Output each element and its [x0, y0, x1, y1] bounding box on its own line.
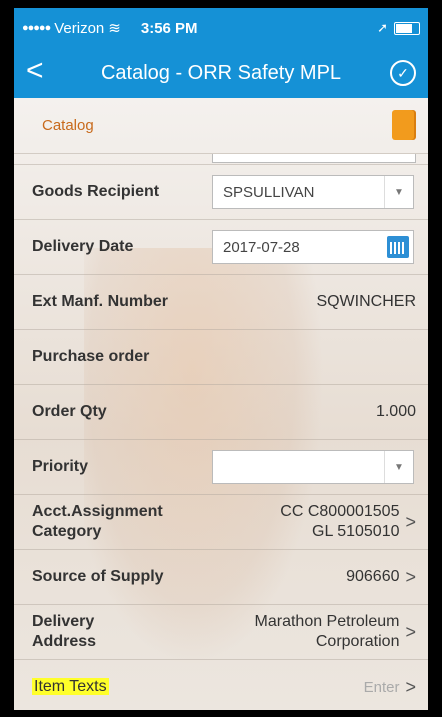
delivery-date-field[interactable]: 2017-07-28 — [212, 230, 414, 264]
acct-assignment-label-line2: Category — [32, 523, 102, 540]
delivery-address-row[interactable]: Delivery Address Marathon Petroleum Corp… — [14, 605, 428, 660]
item-texts-label-wrap: Item Texts — [32, 678, 364, 696]
chevron-right-icon[interactable]: > — [405, 567, 416, 588]
ext-manf-number-value: SQWINCHER — [316, 293, 416, 310]
source-of-supply-label: Source of Supply — [32, 568, 164, 585]
chevron-right-icon[interactable]: > — [405, 677, 416, 698]
source-of-supply-row[interactable]: Source of Supply 906660 > — [14, 550, 428, 605]
acct-assignment-value-line2: GL 5105010 — [312, 523, 400, 540]
acct-assignment-value: CC C800001505 GL 5105010 — [280, 502, 399, 542]
order-qty-row: Order Qty 1.000 — [14, 385, 428, 440]
acct-assignment-row[interactable]: Acct.Assignment Category CC C800001505 G… — [14, 495, 428, 550]
ext-manf-number-row: Ext Manf. Number SQWINCHER — [14, 275, 428, 330]
priority-row: Priority ▼ — [14, 440, 428, 495]
source-of-supply-value: 906660 — [346, 568, 400, 585]
partial-select-row — [14, 154, 428, 165]
battery-icon — [394, 21, 420, 35]
delivery-date-value: 2017-07-28 — [223, 238, 300, 256]
phone-screen: ●●●●● Verizon ≋ 3:56 PM ➚ < Catalog - OR… — [14, 8, 428, 710]
acct-assignment-label: Acct.Assignment Category — [32, 502, 280, 542]
calendar-icon[interactable] — [387, 236, 409, 258]
order-qty-value[interactable]: 1.000 — [376, 403, 416, 421]
dropdown-arrow-icon[interactable]: ▼ — [384, 176, 413, 208]
delivery-address-label-line1: Delivery — [32, 613, 95, 630]
order-qty-label: Order Qty — [32, 403, 107, 420]
delivery-address-value-line2: Corporation — [315, 633, 400, 650]
purchase-order-label: Purchase order — [32, 348, 150, 365]
item-texts-value: Enter — [363, 678, 400, 696]
delivery-date-row: Delivery Date 2017-07-28 — [14, 220, 428, 275]
ext-manf-number-label: Ext Manf. Number — [32, 293, 169, 310]
goods-recipient-row: Goods Recipient SPSULLIVAN ▼ — [14, 165, 428, 220]
delivery-address-label: Delivery Address — [32, 612, 255, 652]
page-title: Catalog - ORR Safety MPL — [100, 61, 342, 84]
delivery-address-value-line1: Marathon Petroleum — [254, 613, 400, 630]
chevron-right-icon[interactable]: > — [405, 622, 416, 643]
acct-assignment-value-line1: CC C800001505 — [280, 503, 400, 520]
priority-select[interactable]: ▼ — [212, 450, 414, 484]
goods-recipient-select[interactable]: SPSULLIVAN ▼ — [212, 175, 414, 209]
nav-bar: < Catalog - ORR Safety MPL ✓ — [14, 48, 428, 98]
clock: 3:56 PM — [140, 19, 198, 37]
chevron-right-icon[interactable]: > — [405, 512, 416, 533]
item-texts-row[interactable]: Item Texts Enter > — [14, 660, 428, 710]
partial-select-box — [212, 154, 416, 163]
form-content: Catalog Goods Recipient SPSULLIVAN ▼ Del… — [14, 98, 428, 710]
carrier-label: Verizon — [54, 19, 105, 37]
catalog-row[interactable]: Catalog — [14, 98, 428, 154]
goods-recipient-value: SPSULLIVAN — [223, 183, 315, 201]
delivery-address-value: Marathon Petroleum Corporation — [255, 612, 400, 652]
wifi-icon: ≋ — [108, 20, 121, 37]
location-icon: ➚ — [377, 20, 388, 35]
dropdown-arrow-icon[interactable]: ▼ — [384, 451, 413, 483]
acct-assignment-label-line1: Acct.Assignment — [32, 503, 163, 520]
signal-icon: ●●●●● — [22, 22, 51, 34]
purchase-order-row[interactable]: Purchase order — [14, 330, 428, 385]
back-chevron-icon[interactable]: < — [26, 56, 44, 86]
done-checkmark-icon[interactable]: ✓ — [390, 60, 416, 86]
status-bar: ●●●●● Verizon ≋ 3:56 PM ➚ — [14, 8, 428, 48]
catalog-label: Catalog — [42, 117, 94, 134]
item-texts-label: Item Texts — [32, 678, 109, 695]
delivery-address-label-line2: Address — [32, 633, 97, 650]
catalog-book-icon[interactable] — [392, 110, 414, 140]
